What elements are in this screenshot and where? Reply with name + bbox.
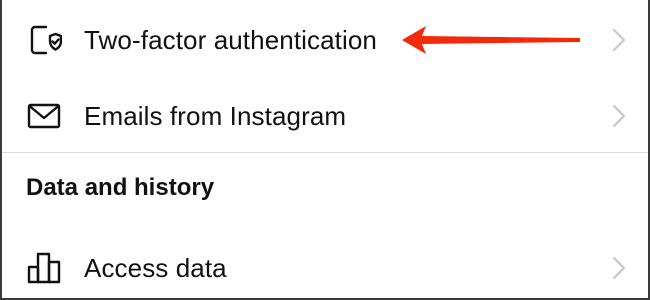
- access-data-row[interactable]: Access data: [2, 230, 648, 298]
- data-and-history-header: Data and history: [26, 174, 215, 201]
- chevron-right-icon: [612, 256, 626, 280]
- red-arrow-annotation: [402, 26, 580, 54]
- emails-from-instagram-label: Emails from Instagram: [84, 100, 347, 131]
- chevron-right-icon: [612, 28, 626, 52]
- chevron-right-icon: [612, 104, 626, 128]
- phone-shield-icon: [26, 22, 62, 58]
- bar-chart-icon: [26, 250, 62, 286]
- section-divider: [2, 152, 648, 153]
- access-data-label: Access data: [84, 252, 227, 283]
- emails-from-instagram-row[interactable]: Emails from Instagram: [2, 78, 648, 154]
- envelope-icon: [26, 98, 62, 134]
- settings-screen: Two-factor authentication Emails from In…: [2, 0, 648, 298]
- two-factor-authentication-label: Two-factor authentication: [84, 24, 377, 55]
